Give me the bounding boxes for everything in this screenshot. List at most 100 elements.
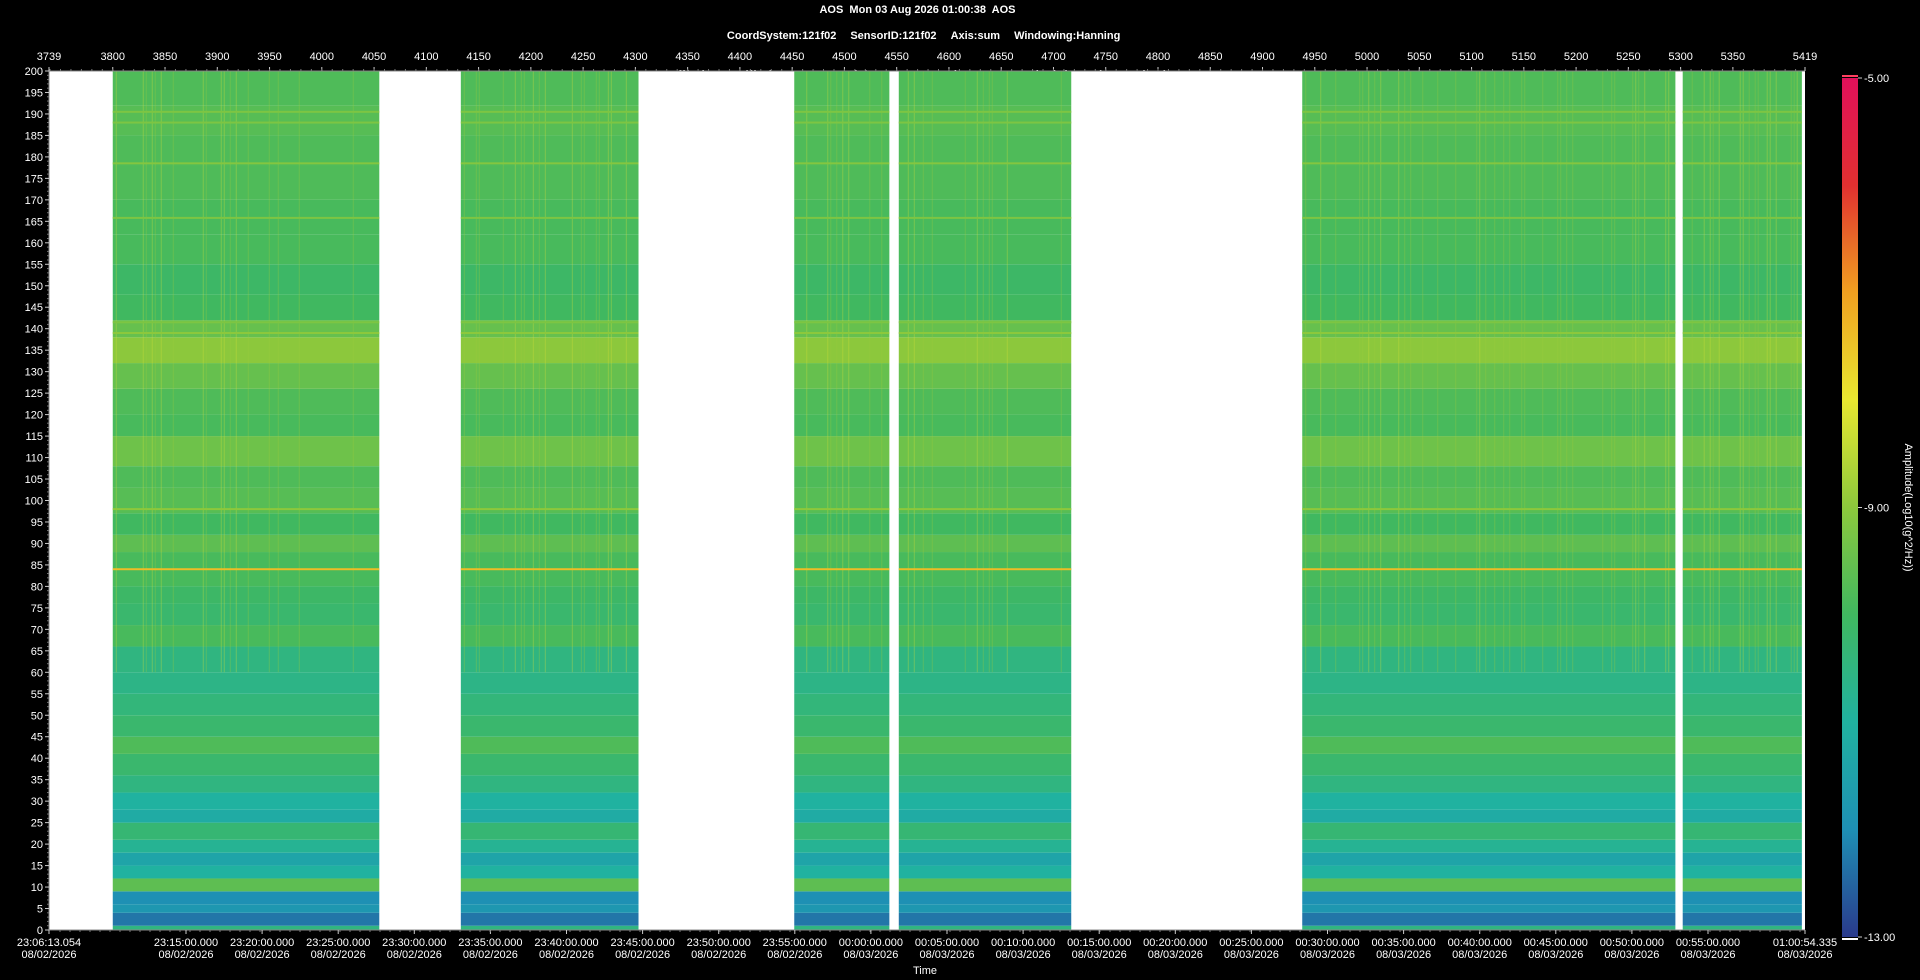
frequency-band [898,736,1072,754]
noise-stripe [478,71,480,673]
frequency-band [112,822,380,840]
noise-stripe [220,71,222,673]
top-tick-label: 4800 [1146,51,1170,63]
noise-stripe [352,71,354,673]
colorbar-title: Amplitude(Log10(g^2/Hz)) [1902,443,1914,571]
frequency-band [460,822,639,840]
frequency-band [1682,105,1802,136]
top-tick-label: 4700 [1041,51,1065,63]
frequency-band [1302,625,1676,647]
date-tick-label: 08/03/2026 [1777,949,1832,961]
y-tick-label: 100 [25,496,43,508]
frequency-band [794,891,890,905]
frequency-band [1302,839,1676,853]
noise-stripe [202,71,204,673]
frequency-band [1302,715,1676,737]
top-tick-label: 4550 [884,51,908,63]
time-tick-label: 23:45:00.000 [610,937,674,949]
noise-stripe [277,71,279,673]
top-tick-label: 4650 [989,51,1013,63]
top-tick-label: 4250 [571,51,595,63]
noise-stripe [1374,71,1376,673]
noise-stripe [1766,71,1768,673]
y-tick-label: 110 [25,453,43,465]
frequency-band [460,534,639,553]
frequency-band [898,534,1072,553]
frequency-band [460,436,639,467]
frequency-band [794,337,890,364]
noise-stripe [907,71,909,673]
top-tick-label: 4750 [1093,51,1117,63]
frequency-band [1302,513,1676,535]
frequency-band [794,693,890,716]
spectral-line [898,321,1072,324]
top-tick-label: 4850 [1198,51,1222,63]
noise-stripe [1748,71,1750,673]
frequency-band [1682,852,1802,866]
frequency-band [898,337,1072,364]
frequency-band [794,234,890,265]
data-segment [898,71,1072,930]
frequency-band [1302,414,1676,437]
frequency-band [1682,625,1802,647]
frequency-band [112,792,380,810]
frequency-band [898,715,1072,737]
time-tick-label: 00:45:00.000 [1524,937,1588,949]
noise-stripe [1542,71,1544,673]
frequency-band [1682,71,1802,106]
noise-stripe [1691,71,1693,673]
noise-stripe [1060,71,1062,673]
frequency-band [460,865,639,879]
y-tick-label: 40 [31,753,43,765]
frequency-band [898,809,1072,823]
frequency-band [460,363,639,389]
frequency-band [898,436,1072,467]
frequency-band [460,513,639,535]
frequency-band [898,388,1072,415]
y-tick-label: 85 [31,560,43,572]
frequency-band [898,586,1072,604]
frequency-band [460,792,639,810]
noise-stripe [544,71,546,673]
frequency-band [898,792,1072,810]
noise-stripe [1509,71,1511,673]
top-tick-label: 5200 [1564,51,1588,63]
frequency-band [112,753,380,776]
spectral-line [112,568,380,571]
y-tick-label: 190 [25,109,43,121]
frequency-band [460,753,639,776]
frequency-band [794,809,890,823]
noise-stripe [160,71,162,673]
time-tick-label: 00:20:00.000 [1143,937,1207,949]
spectral-line [1682,162,1802,165]
noise-stripe [1305,71,1307,673]
frequency-band [460,839,639,853]
frequency-band [1682,839,1802,853]
frequency-band [1682,865,1802,879]
top-tick-label: 4150 [466,51,490,63]
frequency-band [460,337,639,364]
frequency-band [898,891,1072,905]
noise-stripe [580,71,582,673]
y-tick-label: 165 [25,216,43,228]
date-tick-label: 08/03/2026 [1528,949,1583,961]
frequency-band [1682,891,1802,905]
spectral-line [898,331,1072,334]
time-tick-label: 00:25:00.000 [1219,937,1283,949]
frequency-band [1302,135,1676,166]
noise-stripe [1769,71,1771,673]
frequency-band [460,586,639,604]
frequency-band [1682,792,1802,810]
noise-stripe [145,71,147,673]
spectrogram-segments [112,71,1802,930]
date-tick-label: 08/03/2026 [1680,949,1735,961]
frequency-band [1682,822,1802,840]
frequency-band [460,878,639,892]
frequency-band [112,912,380,926]
frequency-band [460,388,639,415]
frequency-band [794,466,890,488]
date-tick-label: 08/03/2026 [919,949,974,961]
y-tick-label: 150 [25,281,43,293]
date-tick-label: 08/02/2026 [691,949,746,961]
frequency-band [1302,792,1676,810]
